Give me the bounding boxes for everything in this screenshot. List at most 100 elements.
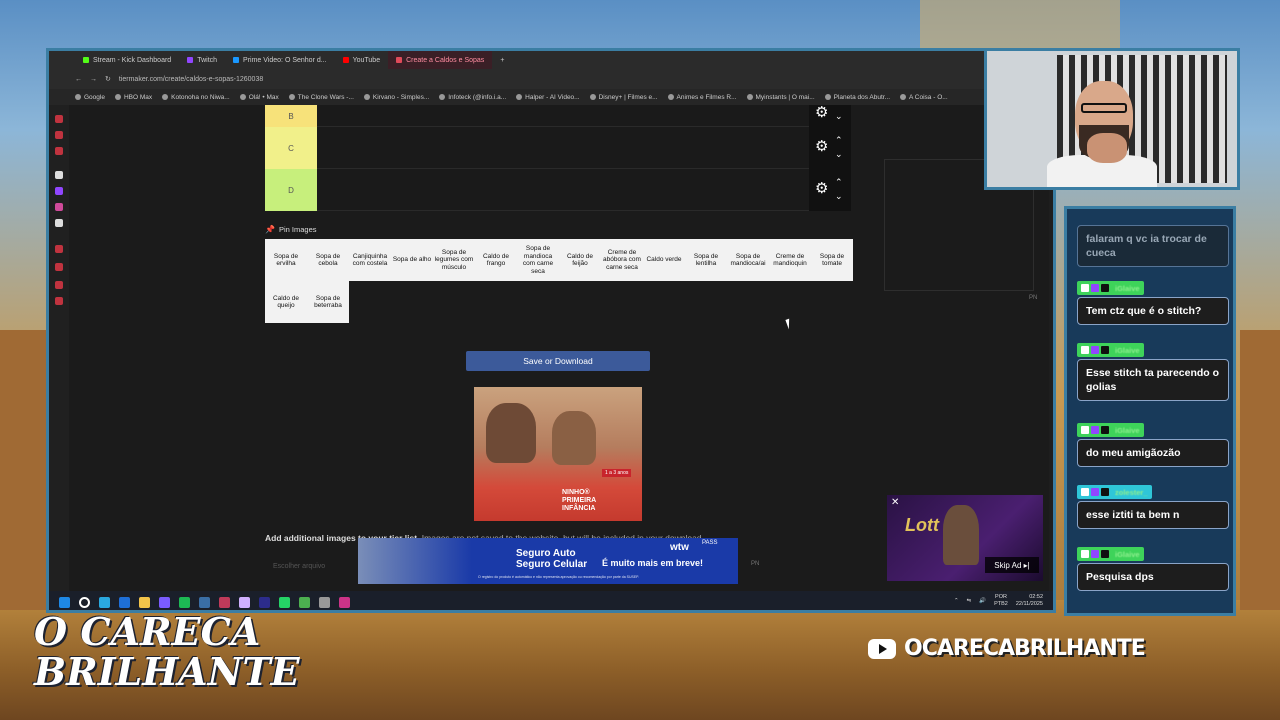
mail-icon[interactable]: [119, 596, 130, 608]
pin-image-card[interactable]: Sopa de ervilha: [265, 239, 307, 281]
youtube-icon: [342, 57, 349, 63]
badge-icon: [1091, 488, 1099, 496]
pin-image-card[interactable]: Caldo verde: [643, 239, 685, 281]
bookmark-icon: [162, 94, 169, 100]
chat-username: iGlaive: [1115, 549, 1140, 559]
app-icon[interactable]: [159, 596, 170, 608]
app-icon[interactable]: [219, 596, 230, 608]
pin-image-card[interactable]: Sopa de tomate: [811, 239, 853, 281]
reload-icon[interactable]: ↻: [105, 75, 111, 83]
pin-image-card[interactable]: Sopa de legumes com músculo: [433, 239, 475, 281]
sidebar-app-icon[interactable]: [55, 263, 63, 271]
pin-image-card[interactable]: Sopa de lentilha: [685, 239, 727, 281]
video-ad[interactable]: ✕ Lott Skip Ad ▸|: [887, 495, 1043, 581]
badge-icon: [1101, 426, 1109, 434]
sidebar-app-icon[interactable]: [55, 187, 63, 195]
sidebar-app-icon[interactable]: [55, 131, 63, 139]
bookmark-item[interactable]: A Coisa - O...: [900, 94, 948, 101]
clock[interactable]: 02:52 22/11/2025: [1016, 594, 1043, 608]
bookmark-item[interactable]: The Clone Wars -...: [288, 94, 354, 101]
pin-image-card[interactable]: Sopa de mandioca com carne seca: [517, 239, 559, 281]
close-icon[interactable]: ✕: [891, 497, 899, 508]
sidebar-app-icon[interactable]: [55, 297, 63, 305]
sidebar-app-icon[interactable]: [55, 115, 63, 123]
chevron-down-icon[interactable]: ⌄: [835, 109, 843, 123]
pin-image-card[interactable]: Sopa de cebola: [307, 239, 349, 281]
ninho-ad[interactable]: 1 a 3 anos NINHO® PRIMEIRA INFÂNCIA: [474, 387, 642, 521]
save-download-button[interactable]: Save or Download: [466, 351, 650, 371]
file-input[interactable]: Escolher arquivo: [273, 563, 325, 570]
start-icon[interactable]: [59, 596, 70, 608]
sidebar-app-icon[interactable]: [55, 219, 63, 227]
webcam-feed: [984, 48, 1240, 190]
chat-message: zolester_ esse iztiti ta bem n: [1077, 485, 1229, 529]
settings-icon[interactable]: [319, 596, 330, 608]
tiermaker-icon: [396, 57, 403, 63]
bookmark-item[interactable]: Planeta dos Abutr...: [824, 94, 890, 101]
pin-image-card[interactable]: Sopa de mandioca/ai: [727, 239, 769, 281]
app-icon[interactable]: [299, 596, 310, 608]
pin-image-card[interactable]: Creme de mandioquin: [769, 239, 811, 281]
steam-icon[interactable]: [199, 596, 210, 608]
bookmark-item[interactable]: HBO Max: [114, 94, 152, 101]
tab-prime-video[interactable]: Prime Video: O Senhor d...: [225, 51, 335, 69]
spotify-icon[interactable]: [179, 596, 190, 608]
bookmark-icon: [667, 94, 674, 100]
chevron-updown-icon[interactable]: ⌃ ⌄: [835, 175, 843, 203]
pin-image-card[interactable]: Creme de abóbora com carne seca: [601, 239, 643, 281]
sidebar-app-icon[interactable]: [55, 147, 63, 155]
bookmark-item[interactable]: Olá! • Max: [239, 94, 279, 101]
obs-icon[interactable]: [239, 596, 250, 608]
folder-icon[interactable]: [139, 596, 150, 608]
skip-ad-button[interactable]: Skip Ad ▸|: [985, 557, 1039, 573]
url-text[interactable]: tiermaker.com/create/caldos-e-sopas-1260…: [119, 76, 263, 83]
bookmark-item[interactable]: Halper - AI Video...: [516, 94, 580, 101]
pin-image-card[interactable]: Caldo de frango: [475, 239, 517, 281]
app-icon[interactable]: [259, 596, 270, 608]
app-icon[interactable]: [339, 596, 350, 608]
volume-icon[interactable]: 🔊: [979, 598, 986, 604]
sidebar-app-icon[interactable]: [55, 245, 63, 253]
badge-icon: [1091, 550, 1099, 558]
pin-image-card[interactable]: Canjiquinha com costela: [349, 239, 391, 281]
bookmark-item[interactable]: Myinstants | O mai...: [746, 94, 815, 101]
bookmark-icon: [75, 94, 81, 100]
forward-icon[interactable]: →: [90, 76, 97, 83]
sidebar-app-icon[interactable]: [55, 171, 63, 179]
sidebar-app-icon[interactable]: [55, 203, 63, 211]
pin-image-card[interactable]: Caldo de feijão: [559, 239, 601, 281]
bookmark-item[interactable]: Animes e Filmes R...: [667, 94, 737, 101]
whatsapp-icon[interactable]: [279, 596, 290, 608]
network-icon[interactable]: ⇋: [967, 598, 972, 604]
search-icon[interactable]: [79, 596, 90, 608]
badge-icon: [1081, 488, 1089, 496]
pin-image-card[interactable]: Sopa de alho: [391, 239, 433, 281]
tab-youtube[interactable]: YouTube: [335, 51, 389, 69]
edge-icon[interactable]: [99, 596, 110, 608]
chevron-up-icon[interactable]: ⌃: [954, 598, 959, 604]
tab-kick[interactable]: Stream - Kick Dashboard: [75, 51, 179, 69]
pin-image-card[interactable]: Sopa de beterraba: [307, 281, 349, 323]
pin-image-card[interactable]: Caldo de queijo: [265, 281, 307, 323]
bookmark-item[interactable]: Disney+ | Filmes e...: [589, 94, 658, 101]
gear-icon[interactable]: ⚙: [815, 181, 828, 196]
ad-photo-person: [486, 403, 536, 463]
bookmark-item[interactable]: Kirvano - Simples...: [363, 94, 429, 101]
gear-icon[interactable]: ⚙: [815, 105, 828, 120]
tab-twitch[interactable]: Twitch: [179, 51, 225, 69]
bookmark-item[interactable]: Google: [75, 94, 105, 101]
tab-tiermaker[interactable]: Create a Caldos e Sopas: [388, 51, 493, 69]
new-tab-button[interactable]: +: [492, 51, 512, 69]
bookmark-item[interactable]: Infoteck (@info.i.a...: [439, 94, 506, 101]
language-indicator[interactable]: POR PTB2: [994, 594, 1008, 608]
chevron-updown-icon[interactable]: ⌃ ⌄: [835, 133, 843, 161]
bookmark-item[interactable]: Kotonoha no Niwa...: [162, 94, 230, 101]
sidebar-app-icon[interactable]: [55, 281, 63, 289]
gear-icon[interactable]: ⚙: [815, 139, 828, 154]
bookmark-icon: [589, 94, 596, 100]
bookmark-icon: [239, 94, 246, 100]
back-icon[interactable]: ←: [75, 76, 82, 83]
tier-controls-b: ⚙ ⌄: [809, 105, 851, 127]
insurance-banner-ad[interactable]: Seguro Auto Seguro Celular É muito mais …: [358, 538, 738, 584]
bookmark-icon: [824, 94, 831, 100]
